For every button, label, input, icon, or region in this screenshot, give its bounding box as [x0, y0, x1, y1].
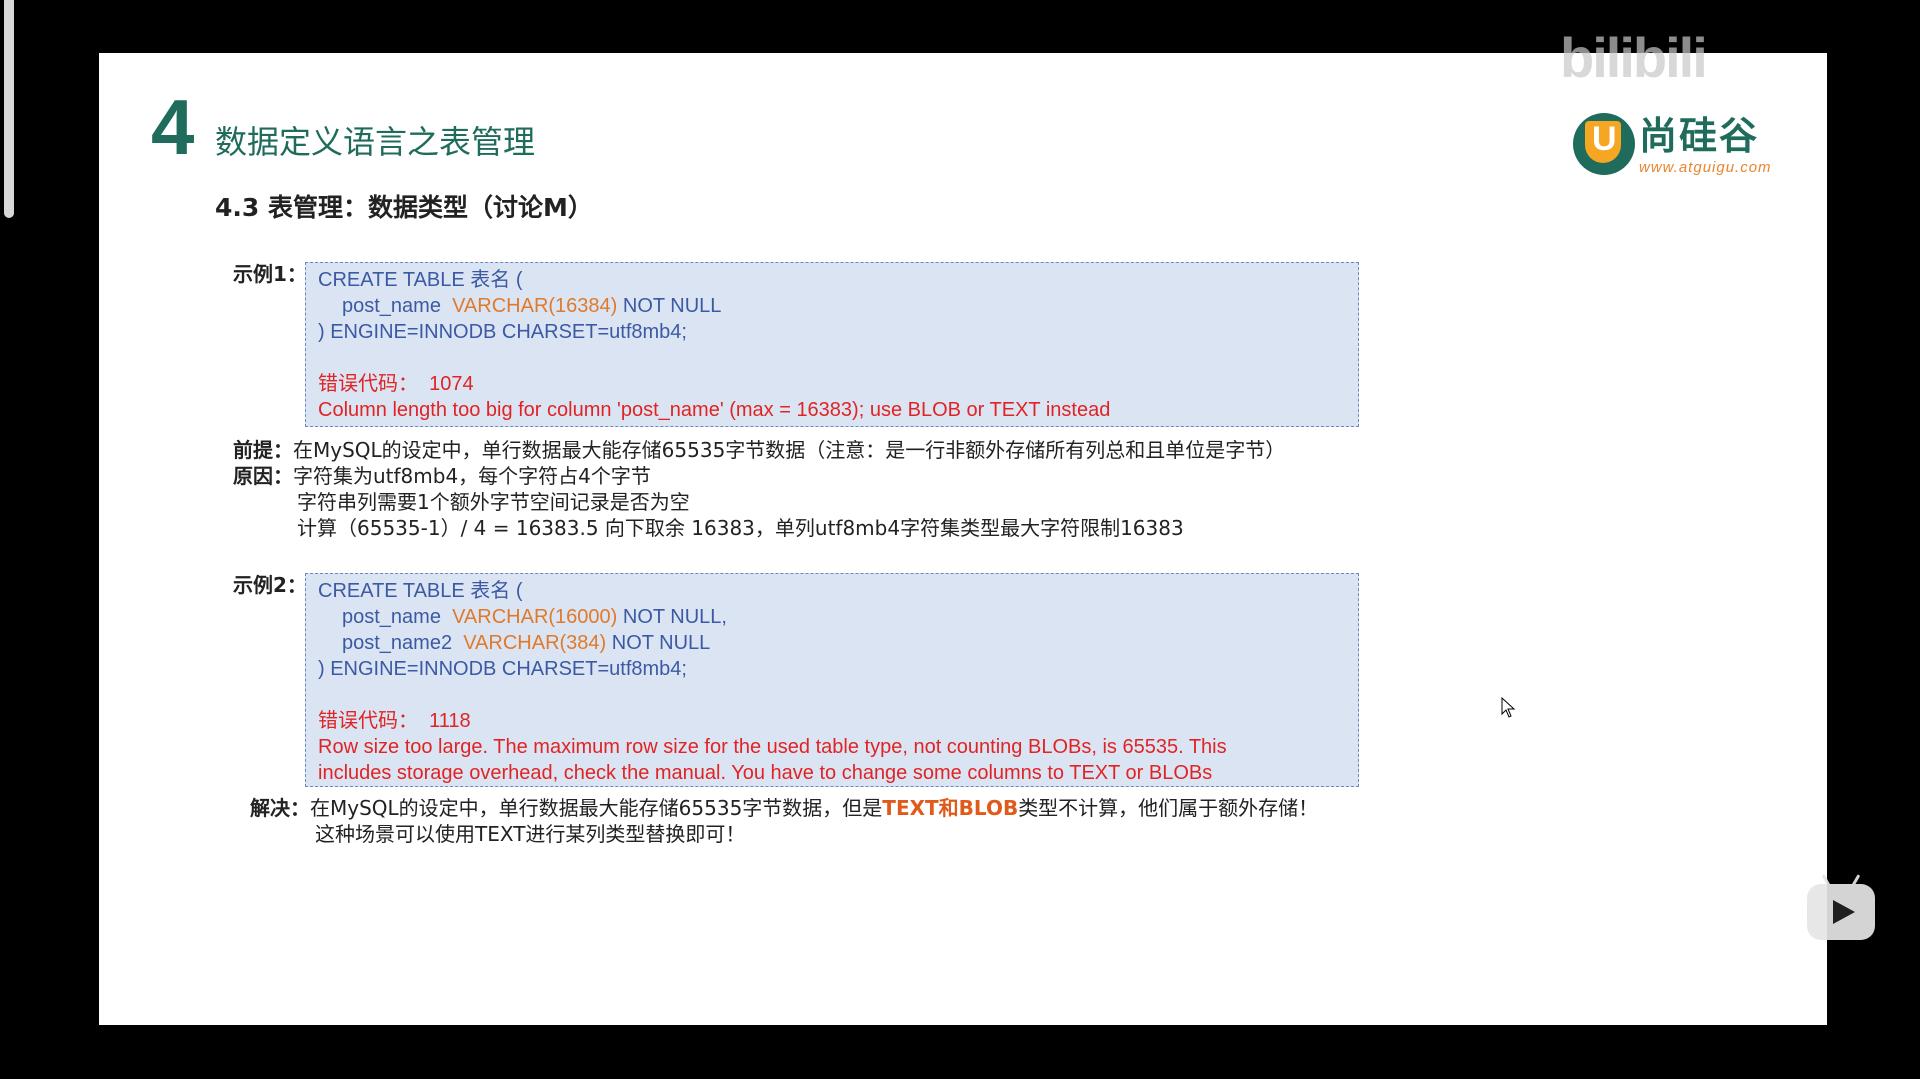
error-code: 错误代码： 1118 — [318, 710, 471, 732]
solution-line: 这种场景可以使用TEXT进行某列类型替换即可！ — [315, 822, 746, 846]
code-line: post_name VARCHAR(16000) NOT NULL, — [342, 606, 727, 628]
reason-line: 字符串列需要1个额外字节空间记录是否为空 — [297, 490, 690, 514]
reason-row: 原因：字符集为utf8mb4，每个字符占4个字节 — [233, 463, 651, 489]
premise-row: 前提：在MySQL的设定中，单行数据最大能存储65535字节数据（注意：是一行非… — [233, 437, 1285, 463]
mouse-cursor-icon — [1501, 697, 1516, 718]
watermark-brand: bilibili — [1560, 26, 1708, 89]
chapter-number: 4 — [151, 83, 195, 171]
example1-code-box: CREATE TABLE 表名 ( post_name VARCHAR(1638… — [305, 262, 1359, 427]
logo-badge-icon: U — [1573, 113, 1635, 175]
logo-name: 尚硅谷 — [1639, 114, 1760, 158]
example2-label: 示例2： — [233, 573, 307, 597]
code-line: post_name VARCHAR(16384) NOT NULL — [342, 295, 722, 317]
code-line: CREATE TABLE 表名 ( — [318, 580, 523, 602]
code-line: post_name2 VARCHAR(384) NOT NULL — [342, 632, 711, 654]
logo-url: www.atguigu.com — [1639, 159, 1772, 176]
reason-line: 字符集为utf8mb4，每个字符占4个字节 — [293, 464, 651, 488]
solution-label: 解决： — [250, 796, 310, 820]
side-scrollbar[interactable] — [4, 0, 14, 218]
premise-text: 在MySQL的设定中，单行数据最大能存储65535字节数据（注意：是一行非额外存… — [293, 438, 1286, 462]
error-message: includes storage overhead, check the man… — [318, 762, 1213, 784]
example1-label: 示例1： — [233, 262, 307, 286]
example2-code-box: CREATE TABLE 表名 ( post_name VARCHAR(1600… — [305, 573, 1359, 787]
error-code: 错误代码： 1074 — [318, 373, 474, 395]
atguigu-logo: U 尚硅谷 www.atguigu.com — [1573, 113, 1783, 188]
error-message: Row size too large. The maximum row size… — [318, 736, 1227, 758]
slide-canvas: 4 数据定义语言之表管理 4.3 表管理：数据类型（讨论M） U 尚硅谷 www… — [99, 53, 1827, 1025]
reason-line: 计算（65535-1）/ 4 = 16383.5 向下取余 16383，单列ut… — [297, 516, 1184, 540]
code-line: CREATE TABLE 表名 ( — [318, 269, 523, 291]
reason-label: 原因： — [233, 464, 293, 488]
play-icon[interactable] — [1807, 874, 1875, 940]
bilibili-watermark: bilibili — [1430, 28, 1720, 88]
chapter-title: 数据定义语言之表管理 — [215, 123, 536, 161]
premise-label: 前提： — [233, 438, 293, 462]
section-subtitle: 4.3 表管理：数据类型（讨论M） — [215, 193, 593, 222]
solution-highlight: TEXT和BLOB — [882, 796, 1019, 820]
solution-row: 解决：在MySQL的设定中，单行数据最大能存储65535字节数据，但是TEXT和… — [250, 796, 1319, 820]
code-line: ) ENGINE=INNODB CHARSET=utf8mb4; — [318, 321, 687, 343]
error-message: Column length too big for column 'post_n… — [318, 399, 1111, 421]
code-line: ) ENGINE=INNODB CHARSET=utf8mb4; — [318, 658, 687, 680]
